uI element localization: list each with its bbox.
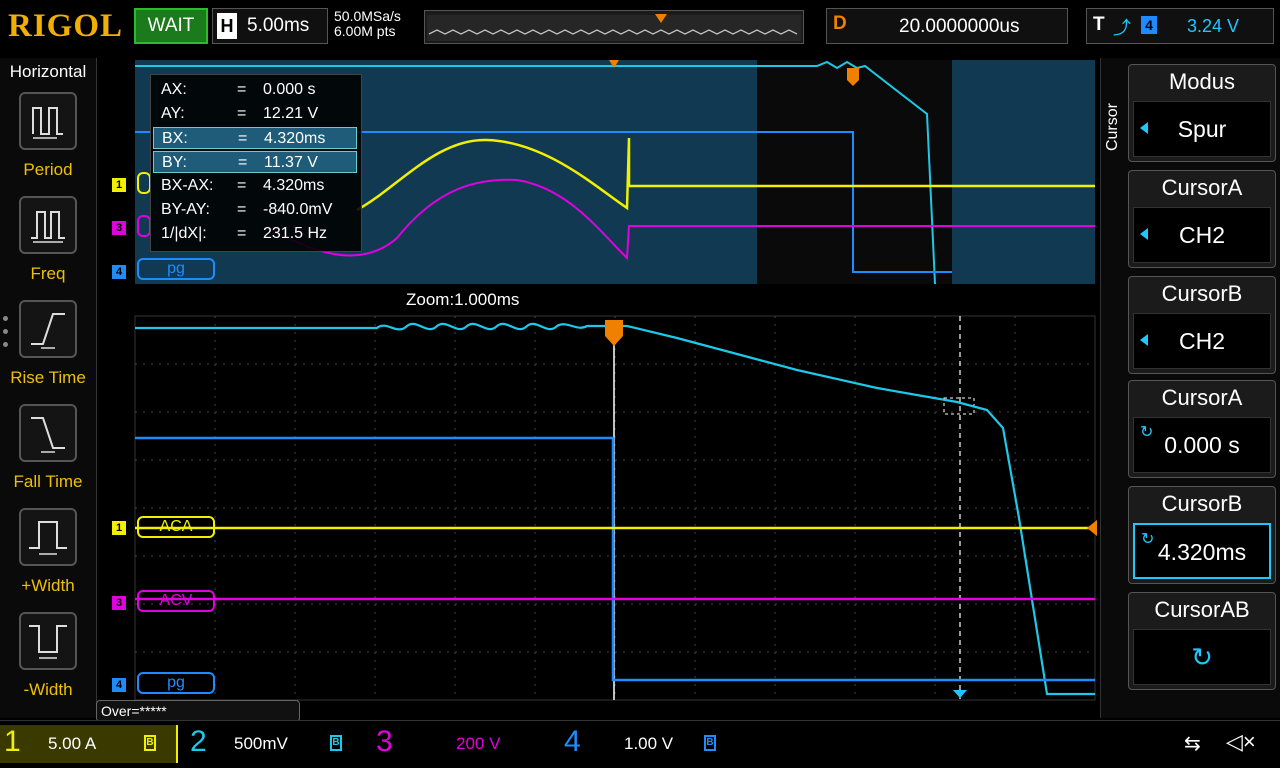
negative-width-label: -Width (23, 680, 73, 699)
ch2-status[interactable]: 2 500mV B (186, 725, 356, 763)
horizontal-menu: Horizontal Period Freq Rise Time Fall Ti… (0, 58, 97, 718)
period-icon (32, 107, 63, 139)
cursor-b-position-value: 4.320ms (1157, 539, 1247, 565)
cursor-menu-tab: Cursor (1104, 103, 1121, 152)
delay-value: 20.0000000us (899, 16, 1020, 37)
overflow-indicator: Over=***** (96, 700, 300, 722)
freq-button[interactable] (19, 196, 77, 254)
positive-width-button[interactable] (19, 508, 77, 566)
cursor-b-position-title: CursorB (1161, 491, 1243, 516)
cursor-b-position-softkey[interactable]: CursorB ↻ 4.320ms (1128, 486, 1276, 584)
cursor-a-source-value: CH2 (1178, 222, 1225, 248)
cursor-ab-softkey[interactable]: CursorAB ↻ (1128, 592, 1276, 690)
frequency-icon (31, 211, 65, 243)
freq-label: Freq (30, 264, 66, 283)
readout-row-bx: BX: = 4.320ms (153, 127, 357, 149)
cursor-ab-title: CursorAB (1154, 597, 1250, 622)
acquisition-info: 50.0MSa/s 6.00M pts (334, 9, 401, 39)
trigger-box[interactable]: T ⤴ 4 3.24 V (1086, 8, 1274, 44)
positive-width-label: +Width (21, 576, 75, 595)
rise-time-label: Rise Time (10, 368, 86, 387)
rise-time-icon (31, 313, 65, 349)
period-label: Period (23, 160, 73, 179)
ch4-marker[interactable]: 4 (112, 678, 126, 692)
delay-box[interactable]: D 20.0000000us (826, 8, 1068, 44)
cursor-b-source-title: CursorB (1161, 281, 1243, 306)
delay-key: D (833, 13, 847, 34)
ch1-marker-main[interactable]: 1 (112, 178, 126, 192)
trigger-level: 3.24 V (1187, 16, 1240, 36)
cursor-a-source-softkey[interactable]: CursorA CH2 (1128, 170, 1276, 268)
ch3-tag-main (137, 215, 151, 237)
cursor-a-position-title: CursorA (1161, 385, 1243, 410)
fall-time-icon (31, 417, 65, 453)
negative-width-icon (29, 625, 67, 659)
bandwidth-limit-icon: B (144, 735, 156, 751)
mode-value: Spur (1177, 116, 1227, 142)
mode-softkey-title: Modus (1168, 69, 1236, 94)
ch1-tag: ACA (137, 516, 215, 538)
readout-row-bx-ax: BX-AX: = 4.320ms (161, 177, 325, 194)
memory-depth: 6.00M pts (334, 23, 396, 39)
cursor-b-source-value: CH2 (1178, 328, 1225, 354)
rigol-logo: RIGOL (8, 8, 124, 44)
positive-width-icon (29, 521, 67, 555)
readout-row-ax: AX: = 0.000 s (161, 81, 316, 98)
ch1-tag-main (137, 172, 151, 194)
fall-time-button[interactable] (19, 404, 77, 462)
cursor-a-position-softkey[interactable]: CursorA ↻ 0.000 s (1128, 380, 1276, 478)
page-indicator (3, 316, 8, 355)
ch1-status[interactable]: 1 5.00 A B (0, 725, 178, 763)
cursor-readout-panel: AX: = 0.000 s AY: = 12.21 V BX: = 4.320ms BY: =… (150, 74, 362, 252)
memory-waveform-overview (427, 14, 801, 41)
trigger-source: 4 (1141, 16, 1157, 34)
mode-softkey[interactable]: Modus Spur (1128, 64, 1276, 162)
zoom-timebase-label: Zoom:1.000ms (406, 290, 520, 309)
horizontal-scale-box[interactable]: H 5.00ms (212, 8, 328, 44)
ch4-tag-main: pg (137, 258, 215, 280)
horizontal-key: H (217, 13, 237, 39)
usb-icon: ⇆ (1184, 733, 1201, 755)
ch4-marker-main[interactable]: 4 (112, 265, 126, 279)
sample-rate: 50.0MSa/s (334, 8, 401, 24)
rise-time-button[interactable] (19, 300, 77, 358)
channel-status-bar: 1 5.00 A B 2 500mV B 3 200 V 4 1.00 V B … (0, 720, 1280, 768)
ch3-marker[interactable]: 3 (112, 596, 126, 610)
horizontal-menu-title: Horizontal (9, 62, 87, 81)
speaker-muted-icon[interactable]: ◁× (1226, 729, 1256, 755)
readout-row-by-ay: BY-AY: = -840.0mV (161, 201, 333, 218)
ch3-status[interactable]: 3 200 V (372, 725, 542, 763)
ch3-tag: ACV (137, 590, 215, 612)
negative-width-button[interactable] (19, 612, 77, 670)
readout-row-ay: AY: = 12.21 V (161, 105, 319, 122)
bandwidth-limit-icon: B (704, 735, 716, 751)
memory-overview-strip[interactable] (424, 10, 804, 44)
run-status-badge[interactable]: WAIT (134, 8, 208, 44)
ch1-marker[interactable]: 1 (112, 521, 126, 535)
rising-edge-icon: ⤴ (1113, 18, 1131, 38)
period-button[interactable] (19, 92, 77, 150)
readout-row-by: BY: = 11.37 V (153, 151, 357, 173)
cursor-b-source-softkey[interactable]: CursorB CH2 (1128, 276, 1276, 374)
horizontal-scale-value: 5.00ms (247, 15, 310, 36)
top-status-bar: RIGOL WAIT H 5.00ms 50.0MSa/s 6.00M pts … (0, 0, 1280, 58)
bandwidth-limit-icon: B (330, 735, 342, 751)
fall-time-label: Fall Time (13, 472, 83, 491)
zoom-region-right-shade (952, 60, 1095, 284)
rotary-knob-icon: ↻ (1191, 642, 1213, 672)
ch3-marker-main[interactable]: 3 (112, 221, 126, 235)
trigger-key: T (1093, 14, 1105, 35)
readout-row-inv-dx: 1/|dX|: = 231.5 Hz (161, 225, 328, 242)
ch4-tag: pg (137, 672, 215, 694)
cursor-a-source-title: CursorA (1161, 175, 1243, 200)
ch4-status[interactable]: 4 1.00 V B (560, 725, 730, 763)
cursor-a-position-value: 0.000 s (1164, 432, 1240, 458)
